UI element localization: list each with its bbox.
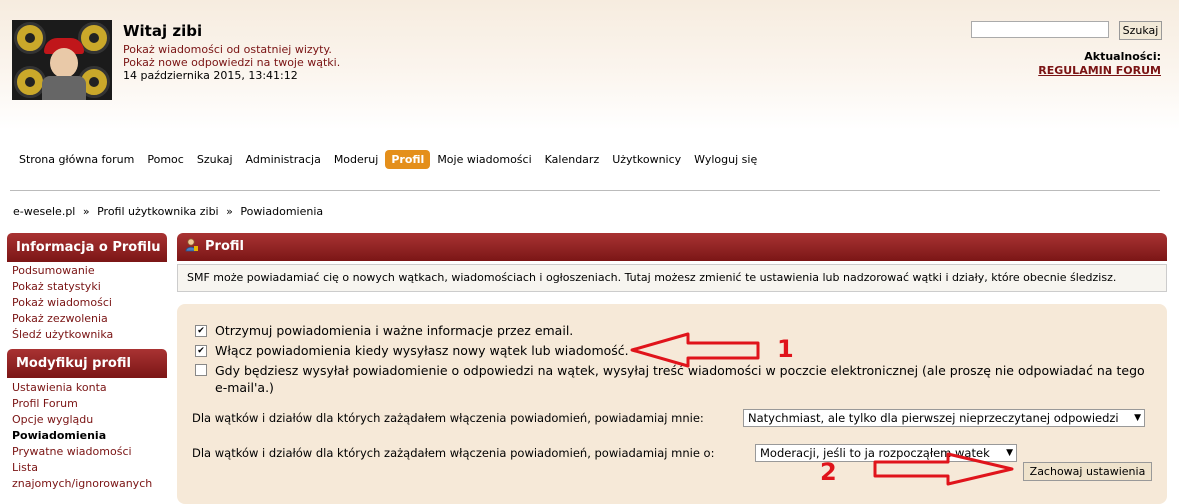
annotation-number-1: 1 <box>777 335 794 363</box>
annotation-arrows <box>630 332 1014 486</box>
annotation-number-2: 2 <box>820 458 837 486</box>
arrow-1-icon <box>630 332 760 368</box>
arrow-2-icon <box>873 452 1014 486</box>
